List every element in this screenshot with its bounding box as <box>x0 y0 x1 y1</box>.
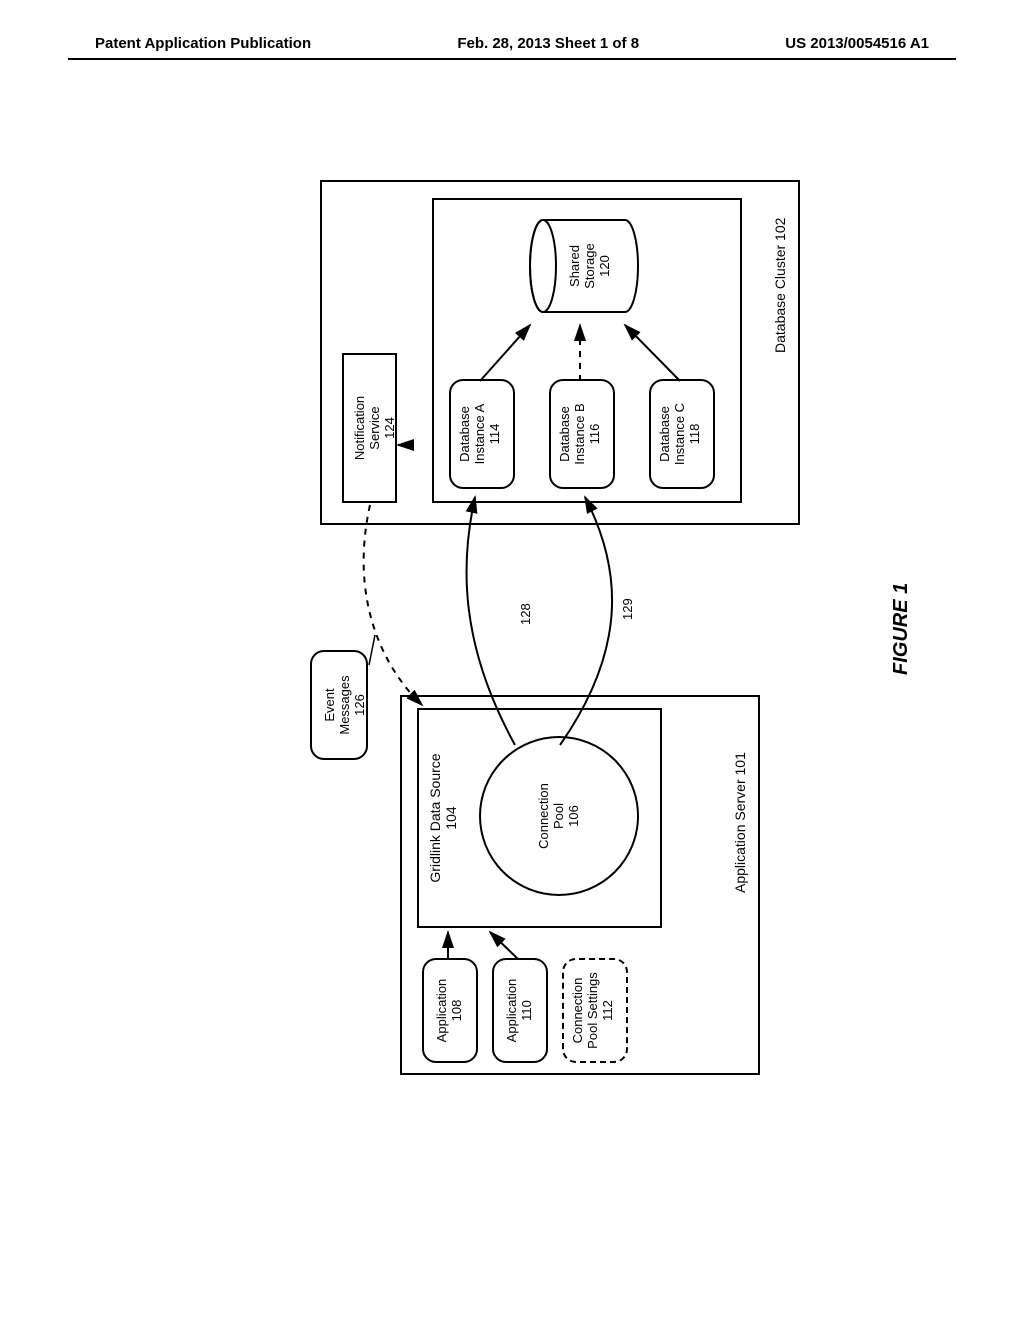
database-cluster-label: Database Cluster 102 <box>772 218 788 353</box>
db-instance-c-box: Database Instance C 118 <box>649 379 715 489</box>
shared-storage-label: Shared Storage 120 <box>567 216 612 316</box>
diagram-canvas: Application Server 101 Application 108 A… <box>30 225 1010 1065</box>
gridlink-label: Gridlink Data Source 104 <box>427 710 459 926</box>
database-cluster-box: Database Cluster 102 Notification Servic… <box>320 180 800 525</box>
conn-129-label: 129 <box>620 598 635 620</box>
application-110-box: Application 110 <box>492 958 548 1063</box>
event-messages-box: Event Messages 126 <box>310 650 368 760</box>
conn-128-label: 128 <box>518 603 533 625</box>
application-server-label: Application Server 101 <box>732 752 748 893</box>
connection-pool-settings-box: Connection Pool Settings 112 <box>562 958 628 1063</box>
header-publication: Patent Application Publication <box>95 35 311 52</box>
db-instance-a-box: Database Instance A 114 <box>449 379 515 489</box>
application-108-box: Application 108 <box>422 958 478 1063</box>
figure-label: FIGURE 1 <box>890 583 913 675</box>
notification-service-box: Notification Service 124 <box>342 353 397 503</box>
application-server-box: Application Server 101 Application 108 A… <box>400 695 760 1075</box>
gridlink-data-source-box: Gridlink Data Source 104 Connection Pool… <box>417 708 662 928</box>
db-instance-b-box: Database Instance B 116 <box>549 379 615 489</box>
header-pubnum: US 2013/0054516 A1 <box>785 35 929 52</box>
header-divider <box>68 58 956 60</box>
header-date-sheet: Feb. 28, 2013 Sheet 1 of 8 <box>457 35 639 52</box>
shared-storage-cylinder: Shared Storage 120 <box>529 216 639 316</box>
instances-group-box: Database Instance A 114 Database Instanc… <box>432 198 742 503</box>
connection-pool-circle: Connection Pool 106 <box>479 736 639 896</box>
